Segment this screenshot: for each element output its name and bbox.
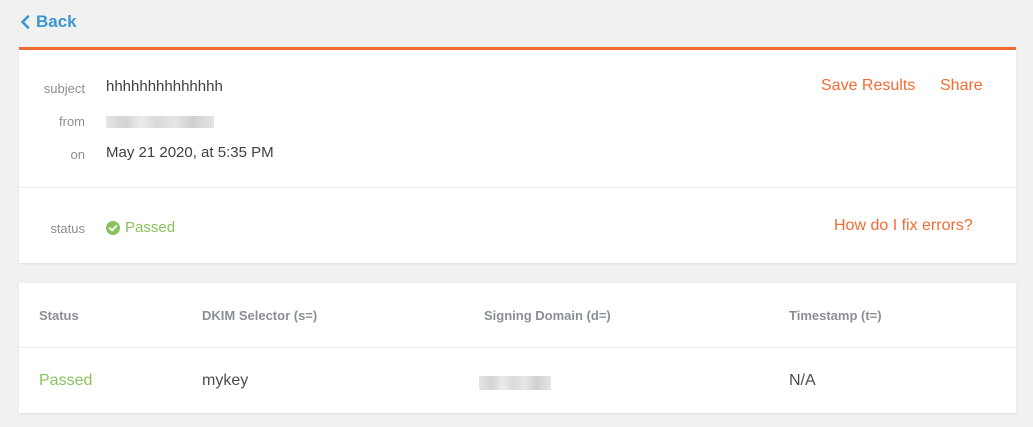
column-header-signing-domain: Signing Domain (d=) (484, 308, 611, 323)
fix-errors-link[interactable]: How do I fix errors? (834, 217, 973, 235)
back-link[interactable]: Back (20, 12, 77, 32)
from-label: from (59, 114, 85, 129)
check-circle-icon (106, 220, 120, 235)
back-label: Back (36, 12, 77, 31)
row-signing-domain-redacted (479, 376, 551, 390)
save-results-button[interactable]: Save Results (821, 77, 915, 95)
from-value-redacted (106, 116, 214, 128)
column-header-timestamp: Timestamp (t=) (789, 308, 882, 323)
divider (19, 187, 1016, 188)
row-status: Passed (39, 372, 93, 389)
status-label: status (50, 221, 85, 236)
chevron-left-icon (21, 15, 30, 29)
page: Back subject hhhhhhhhhhhhhh from on May … (0, 0, 1033, 427)
row-timestamp: N/A (789, 372, 816, 389)
status-value: Passed (125, 219, 176, 236)
results-table: Status DKIM Selector (s=) Signing Domain… (19, 283, 1016, 413)
table-header-divider (19, 347, 1016, 348)
share-button[interactable]: Share (940, 77, 983, 95)
on-value: May 21 2020, at 5:35 PM (106, 144, 274, 161)
subject-value: hhhhhhhhhhhhhh (106, 78, 223, 95)
summary-card: subject hhhhhhhhhhhhhh from on May 21 20… (19, 47, 1016, 263)
status-badge: Passed (106, 219, 175, 236)
column-header-status: Status (39, 308, 79, 323)
on-label: on (70, 147, 85, 162)
column-header-dkim-selector: DKIM Selector (s=) (202, 308, 318, 323)
row-dkim-selector: mykey (202, 372, 249, 389)
subject-label: subject (43, 81, 85, 96)
